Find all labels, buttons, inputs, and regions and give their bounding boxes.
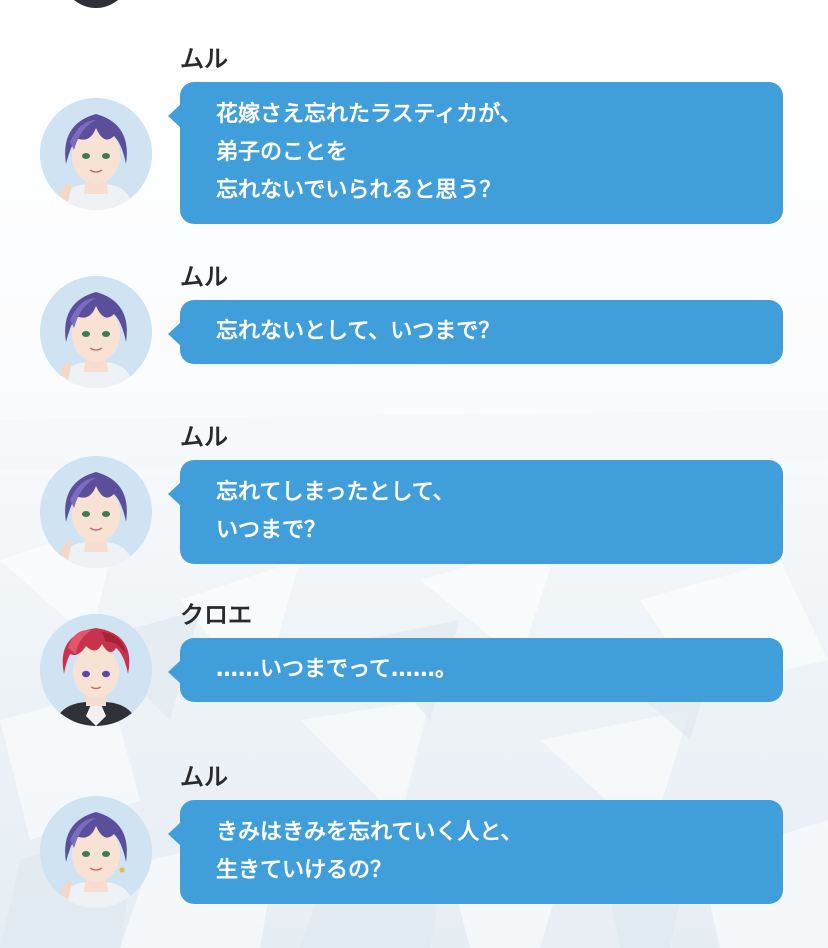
message-bubble: ……いつまでって……。 [168,638,783,702]
message-line: 弟子のことを [216,140,349,165]
murr-portrait-icon [40,98,152,210]
murr-portrait-icon [40,796,152,908]
murr-portrait-icon [40,456,152,568]
message-line: ……いつまでって……。 [216,657,457,682]
speaker-name: ムル [180,763,228,791]
message-bubble: 忘れてしまったとして、 いつまで？ [168,460,783,564]
murr-portrait-icon [40,276,152,388]
message-line: きみはきみを忘れていく人と、 [216,820,523,845]
speaker-name: ムル [180,45,228,73]
chloe-portrait-icon [40,614,152,726]
message-bubble: きみはきみを忘れていく人と、 生きていけるの？ [168,800,783,904]
message-line: 生きていけるの？ [216,858,393,883]
speaker-name: クロエ [180,601,252,629]
message-line: 忘れないとして、いつまで？ [216,319,501,344]
message-bubble: 花嫁さえ忘れたラスティカが、 弟子のことを 忘れないでいられると思う？ [168,82,783,224]
message-line: 花嫁さえ忘れたラスティカが、 [216,102,522,127]
speaker-name: ムル [180,263,228,291]
speaker-name: ムル [180,423,228,451]
message-bubble: 忘れないとして、いつまで？ [168,300,783,364]
message-line: いつまで？ [216,518,327,543]
chat-log[interactable]: ムル 花嫁さえ忘れたラスティカが、 弟子のことを 忘れないでいられると思う？ ム… [0,0,828,948]
message-line: 忘れないでいられると思う？ [216,178,502,203]
message-line: 忘れてしまったとして、 [216,480,455,505]
